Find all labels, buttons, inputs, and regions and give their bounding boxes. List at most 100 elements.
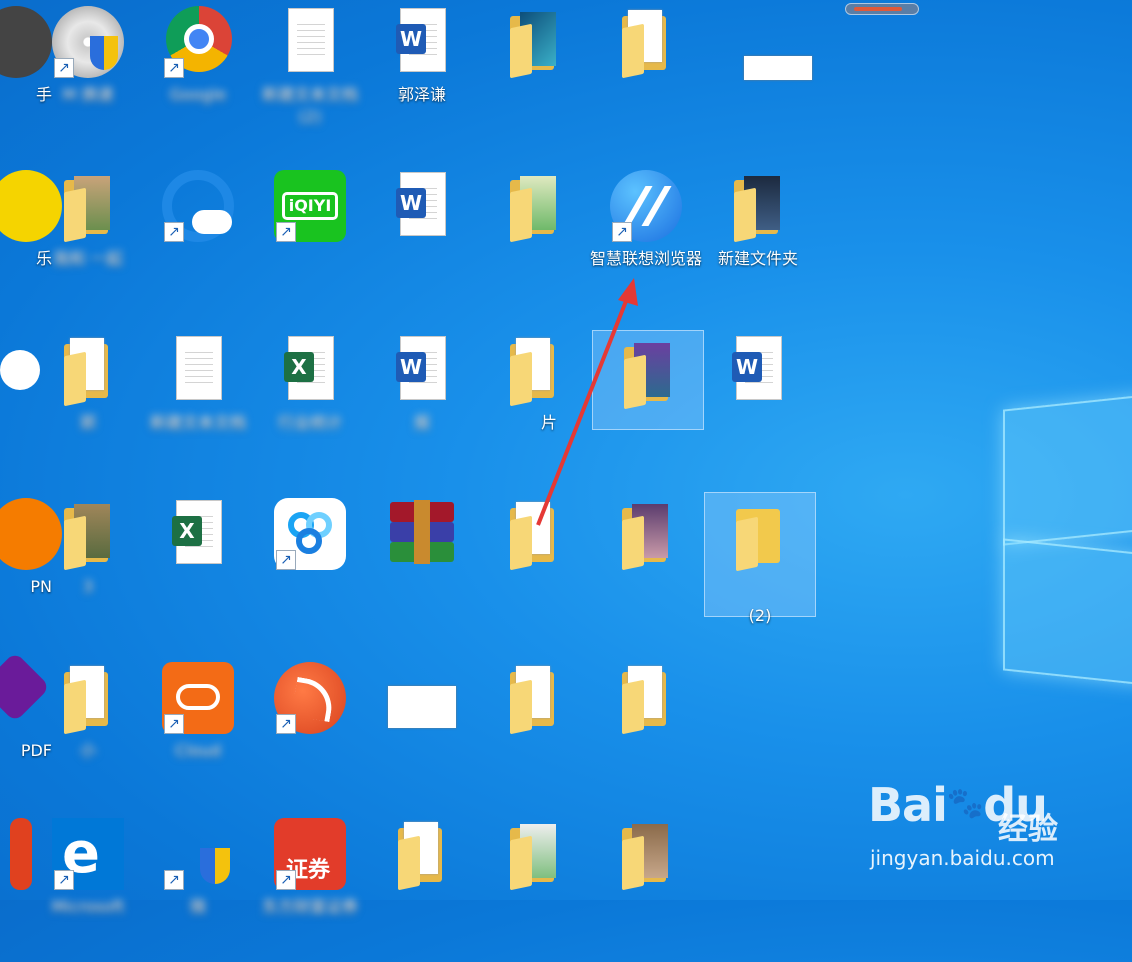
desktop-icon-excel-stats[interactable]: X 行业统计 bbox=[254, 328, 366, 478]
desktop-icon-label: M 换速 bbox=[62, 85, 114, 104]
shield-icon: ↗ bbox=[162, 818, 234, 890]
desktop-icon-folder[interactable] bbox=[478, 492, 590, 642]
winrar-icon bbox=[386, 498, 458, 570]
desktop-icon-word[interactable]: W bbox=[366, 164, 478, 314]
desktop-icon-browser[interactable]: ↗ bbox=[142, 164, 254, 314]
folder-icon bbox=[52, 662, 124, 735]
desktop-icon-mpeg[interactable]: ↗ M 换速 bbox=[32, 0, 144, 150]
baidu-netdisk-icon: ↗ bbox=[274, 498, 346, 570]
desktop-icon-red-app[interactable]: ↗ bbox=[254, 656, 366, 806]
desktop-icon-new-text-doc[interactable]: 新建文本文档 (2) bbox=[254, 0, 366, 150]
word-document-icon: W bbox=[386, 6, 458, 78]
desktop-icon-label: 我和 一起 bbox=[53, 249, 123, 268]
partial-red-icon bbox=[0, 818, 32, 890]
image-file-icon bbox=[386, 662, 458, 734]
desktop-icon-label: 片 bbox=[540, 413, 557, 432]
desktop-icon-label: 报 bbox=[413, 413, 430, 432]
partial-round-icon bbox=[0, 334, 40, 406]
cloud-app-icon: ↗ bbox=[162, 662, 234, 734]
desktop-icon-securities[interactable]: 证券 ↗ 东方财富证券 bbox=[254, 812, 366, 962]
edge-icon: e ↗ bbox=[52, 818, 124, 890]
desktop-icon-folder[interactable] bbox=[478, 812, 590, 962]
word-document-icon: W bbox=[386, 170, 458, 242]
browser-cloud-icon: ↗ bbox=[162, 170, 234, 242]
desktop-icon-folder-2[interactable]: (2) bbox=[704, 492, 816, 625]
desktop-icon-label: 郭泽谦 bbox=[397, 85, 446, 104]
chrome-icon: ↗ bbox=[162, 6, 234, 78]
folder-icon bbox=[498, 498, 570, 571]
desktop-icon-folder[interactable] bbox=[478, 0, 590, 150]
desktop-icon-label: 行业统计 bbox=[277, 413, 342, 432]
desktop-icon-label: 东方财富证券 bbox=[261, 897, 358, 916]
desktop-icon-folder[interactable]: 小 bbox=[32, 656, 144, 806]
desktop-icon-word-2[interactable]: W bbox=[702, 328, 814, 478]
partial-round-icon bbox=[0, 170, 62, 242]
desktop-icon-folder-selected[interactable] bbox=[592, 330, 704, 430]
windows-logo-pane-top bbox=[1003, 394, 1132, 546]
desktop-icon-winrar[interactable] bbox=[366, 492, 478, 642]
desktop-icon-label: 微 bbox=[189, 897, 206, 916]
folder-icon bbox=[52, 498, 124, 571]
watermark-url: jingyan.baidu.com bbox=[870, 846, 1055, 870]
desktop-icon-folder[interactable] bbox=[590, 492, 702, 642]
desktop-icon-label: Cloud bbox=[175, 741, 221, 760]
folder-icon bbox=[610, 662, 682, 735]
word-document-icon: W bbox=[386, 334, 458, 406]
folder-icon bbox=[498, 6, 570, 79]
desktop-icon-iqiyi[interactable]: iQIYI ↗ bbox=[254, 164, 366, 314]
desktop-icon-folder[interactable]: 3 bbox=[32, 492, 144, 642]
desktop-icon-folder[interactable]: 郭 bbox=[32, 328, 144, 478]
folder-icon bbox=[724, 499, 796, 572]
desktop-icon-folder[interactable] bbox=[590, 0, 702, 150]
securities-app-icon: 证券 ↗ bbox=[274, 818, 346, 890]
desktop-icon-word-guozeqian[interactable]: W 郭泽谦 bbox=[366, 0, 478, 150]
excel-document-icon: X bbox=[274, 334, 346, 406]
desktop-icon-label: 3 bbox=[82, 577, 94, 596]
desktop-icon-shield-app[interactable]: ↗ 微 bbox=[142, 812, 254, 962]
desktop-icon-lenovo-browser[interactable]: ↗ 智慧联想浏览器 bbox=[590, 164, 702, 314]
desktop-icon-image[interactable] bbox=[702, 0, 814, 150]
desktop-icon-edge[interactable]: e ↗ Microsoft bbox=[32, 812, 144, 962]
partial-pdf-icon bbox=[0, 651, 51, 734]
baidu-watermark: Bai🐾du 经验 jingyan.baidu.com bbox=[868, 778, 1078, 878]
desktop-icon-label: 新建文本文档 bbox=[149, 413, 246, 432]
floating-toolbar[interactable] bbox=[845, 3, 919, 15]
red-swirl-app-icon: ↗ bbox=[274, 662, 346, 734]
image-file-icon bbox=[722, 6, 812, 80]
folder-icon bbox=[498, 334, 570, 407]
desktop-icon-word-report[interactable]: W 报 bbox=[366, 328, 478, 478]
folder-icon bbox=[722, 170, 794, 243]
folder-icon bbox=[498, 662, 570, 735]
desktop-icon-baidu-netdisk[interactable]: ↗ bbox=[254, 492, 366, 642]
text-document-icon bbox=[274, 6, 346, 78]
folder-icon bbox=[610, 818, 682, 891]
folder-icon bbox=[52, 334, 124, 407]
text-document-icon bbox=[162, 334, 234, 406]
desktop-icon-label: 新建文件夹 bbox=[717, 249, 798, 268]
desktop-icon-folder[interactable] bbox=[478, 656, 590, 806]
desktop-icon-new-folder[interactable]: 新建文件夹 bbox=[702, 164, 814, 314]
desktop-icon-folder[interactable]: 我和 一起 bbox=[32, 164, 144, 314]
desktop-icon-folder-photos[interactable]: 片 bbox=[478, 328, 590, 478]
folder-icon bbox=[386, 818, 458, 891]
folder-icon bbox=[498, 170, 570, 243]
desktop-icon-google-chrome[interactable]: ↗ Google bbox=[142, 0, 254, 150]
desktop-icon-folder[interactable] bbox=[366, 812, 478, 962]
desktop-icon-cloud-app[interactable]: ↗ Cloud bbox=[142, 656, 254, 806]
desktop-icon-folder[interactable] bbox=[590, 656, 702, 806]
windows-logo-pane-bottom bbox=[1003, 538, 1132, 686]
desktop-icon-excel[interactable]: X bbox=[142, 492, 254, 642]
desktop-icon-new-text-doc-2[interactable]: 新建文本文档 bbox=[142, 328, 254, 478]
desktop-icon-image-2[interactable] bbox=[366, 656, 478, 806]
desktop-icon-folder[interactable] bbox=[590, 812, 702, 962]
disc-shield-icon: ↗ bbox=[52, 6, 124, 78]
desktop-icon-label: 郭 bbox=[79, 413, 96, 432]
desktop-icon-label: (2) bbox=[748, 606, 772, 625]
folder-icon bbox=[612, 337, 684, 410]
desktop: 手 ↗ M 换速 ↗ Google 新建文本文档 (2) W 郭泽谦 乐 我和 … bbox=[0, 0, 1132, 916]
desktop-icon-folder[interactable] bbox=[478, 164, 590, 314]
iqiyi-icon: iQIYI ↗ bbox=[274, 170, 346, 242]
folder-icon bbox=[610, 6, 682, 79]
desktop-icon-label: 新建文本文档 (2) bbox=[261, 85, 358, 126]
word-document-icon: W bbox=[722, 334, 794, 406]
